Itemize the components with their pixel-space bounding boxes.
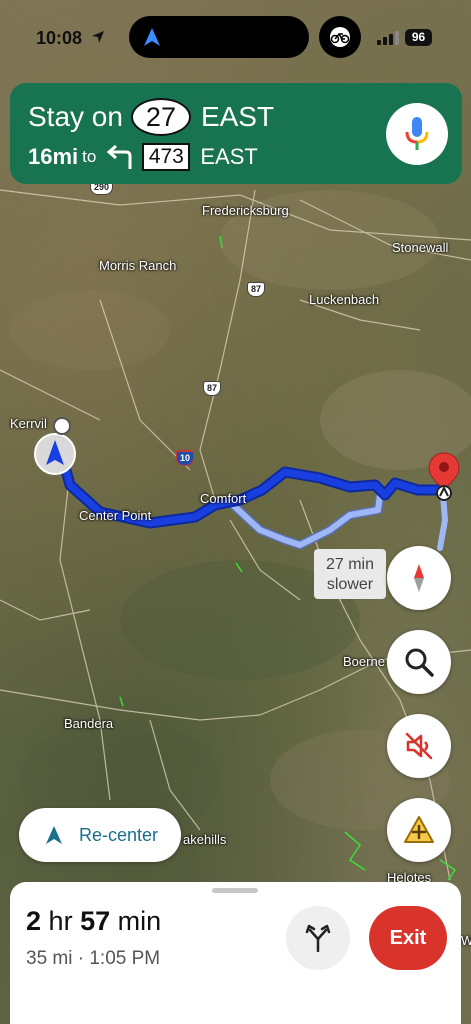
trip-distance: 35 mi xyxy=(26,948,73,969)
add-report-icon xyxy=(404,816,434,843)
route-shield: 27 xyxy=(130,98,191,136)
place-label: Bandera xyxy=(64,716,114,731)
origin-marker-icon xyxy=(53,417,71,435)
clock: 10:08 xyxy=(36,28,83,48)
microphone-icon xyxy=(405,117,429,150)
add-report-button[interactable] xyxy=(387,798,451,862)
dynamic-island[interactable] xyxy=(129,16,309,58)
next-route-direction: EAST xyxy=(200,144,258,169)
to-label: to xyxy=(82,147,97,166)
minutes-label: min xyxy=(117,906,162,936)
highway-shield: 87 xyxy=(247,282,266,297)
exit-navigation-button[interactable]: Exit xyxy=(369,906,447,970)
destination-pin-icon xyxy=(428,452,460,501)
duration-hours: 2 xyxy=(26,906,42,936)
navigation-arrow-icon xyxy=(144,28,160,46)
duration-minutes: 57 xyxy=(80,906,111,936)
trip-summary-sheet[interactable]: 2 hr 57 min 35 mi · 1:05 PM Exit xyxy=(0,880,471,1024)
route-fork-icon xyxy=(305,924,331,952)
alt-route-desc: slower xyxy=(326,576,374,593)
trip-duration: 2 hr 57 min xyxy=(26,906,161,937)
search-icon xyxy=(405,648,434,677)
trip-details: 35 mi · 1:05 PM xyxy=(26,948,160,970)
interstate-shield: 10 xyxy=(176,450,195,466)
place-label: akehills xyxy=(183,832,227,847)
place-label: Center Point xyxy=(79,508,152,523)
place-label: Morris Ranch xyxy=(99,258,177,273)
recenter-label: Re-center xyxy=(79,824,159,845)
alternate-routes-button[interactable] xyxy=(286,906,350,970)
trip-summary-card: 2 hr 57 min 35 mi · 1:05 PM Exit xyxy=(10,882,461,1024)
cellular-signal-icon xyxy=(377,31,399,45)
sheet-drag-handle[interactable] xyxy=(212,888,258,893)
instruction-prefix: Stay on xyxy=(28,101,123,132)
next-route-shield: 473 xyxy=(142,143,191,171)
route-direction: EAST xyxy=(200,101,275,132)
compass-icon xyxy=(414,564,424,592)
current-location-icon xyxy=(34,433,76,475)
navigation-arrow-icon xyxy=(46,826,62,844)
activity-indicator[interactable] xyxy=(319,16,361,58)
arrival-time: 1:05 PM xyxy=(89,948,161,969)
place-label: Stonewall xyxy=(392,240,449,255)
secondary-instruction: 16mi to 473 EAST xyxy=(28,141,258,173)
alt-route-time: 27 min xyxy=(325,556,375,573)
battery-indicator: 96 xyxy=(405,29,432,46)
location-arrow-icon xyxy=(92,31,104,43)
highway-shield: 87 xyxy=(203,381,222,396)
search-button[interactable] xyxy=(387,630,451,694)
primary-instruction: Stay on 27 EAST xyxy=(28,97,274,137)
turn-left-arrow-icon xyxy=(107,144,132,169)
place-label: Boerne xyxy=(343,654,385,669)
place-label: Comfort xyxy=(200,491,247,506)
place-label: Luckenbach xyxy=(309,292,380,307)
alternate-route-callout[interactable]: 27 min slower xyxy=(314,549,386,599)
place-label: Fredericksburg xyxy=(202,203,289,218)
status-bar: 10:08 96 xyxy=(0,0,471,72)
hours-label: hr xyxy=(48,906,73,936)
place-label: Kerrvil xyxy=(10,416,47,431)
recenter-button[interactable]: Re-center xyxy=(19,808,181,862)
compass-button[interactable] xyxy=(387,546,451,610)
mute-button[interactable] xyxy=(387,714,451,778)
separator: · xyxy=(77,948,85,969)
distance-to-turn: 16mi xyxy=(28,144,79,169)
direction-banner[interactable]: Stay on 27 EAST 16mi to 473 EAST xyxy=(10,83,462,184)
speaker-muted-icon xyxy=(405,732,433,760)
bicycle-icon xyxy=(330,27,350,47)
voice-search-button[interactable] xyxy=(386,103,448,165)
